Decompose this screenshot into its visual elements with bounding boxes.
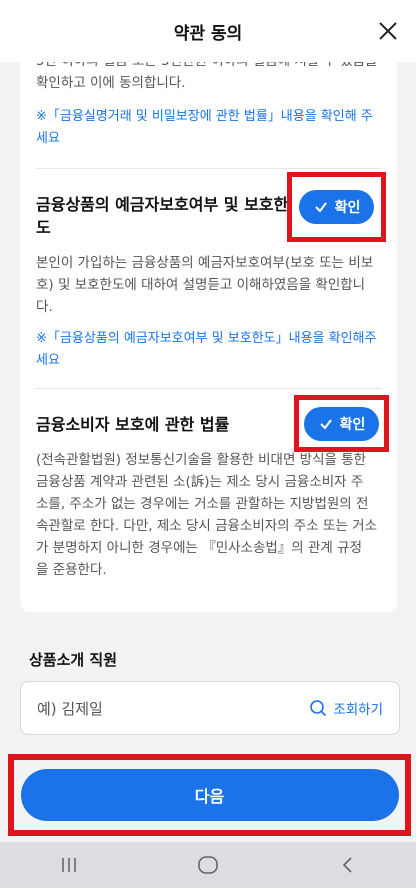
check-icon bbox=[319, 418, 332, 430]
confirm-highlight-2: 확인 bbox=[294, 395, 389, 452]
next-highlight: 다음 bbox=[8, 754, 411, 836]
confirm-highlight-1: 확인 bbox=[287, 172, 386, 242]
home-button[interactable] bbox=[188, 850, 228, 880]
back-icon bbox=[342, 857, 352, 873]
terms-card: 5만 이하의 벌금 또는 5천만원 이하의 벌금에 처할 수 있음을 확인하고 … bbox=[20, 62, 397, 612]
recent-apps-icon bbox=[62, 858, 77, 872]
system-nav-bar bbox=[0, 842, 416, 888]
lookup-button[interactable]: 조회하기 bbox=[309, 698, 383, 718]
close-icon[interactable] bbox=[376, 19, 400, 43]
terms-note-2[interactable]: ※「금융상품의 예금자보호여부 및 보호한도」내용을 확인해주 세요 bbox=[36, 328, 382, 372]
header: 약관 동의 bbox=[0, 0, 416, 62]
recent-apps-button[interactable] bbox=[49, 850, 89, 880]
divider bbox=[36, 168, 382, 169]
next-button[interactable]: 다음 bbox=[20, 769, 399, 821]
section-title-deposit-protection: 금융상품의 예금자보호여부 및 보호한 도 bbox=[36, 195, 289, 237]
section-body-consumer-protection: (전속관할법원) 정보통신기술을 활용한 비대면 방식을 통한 금융상품 계약과… bbox=[36, 452, 377, 578]
divider bbox=[36, 388, 382, 389]
confirm-button-deposit-protection[interactable]: 확인 bbox=[299, 190, 374, 224]
staff-label: 상품소개 직원 bbox=[29, 651, 118, 669]
page-title: 약관 동의 bbox=[173, 23, 243, 44]
check-icon bbox=[314, 202, 327, 213]
staff-search-box: 조회하기 bbox=[20, 681, 400, 735]
staff-search-input[interactable] bbox=[37, 696, 277, 722]
search-icon bbox=[310, 700, 327, 717]
section-body-deposit-protection: 본인이 가입하는 금융상품의 예금자보호여부(보호 또는 비보 호) 및 보호한… bbox=[36, 255, 374, 315]
terms-note-1[interactable]: ※「금융실명거래 및 비밀보장에 관한 법률」내용을 확인해 주 세요 bbox=[36, 106, 382, 150]
home-icon bbox=[198, 856, 218, 874]
confirm-button-consumer-protection[interactable]: 확인 bbox=[304, 406, 379, 441]
section-title-consumer-protection: 금융소비자 보호에 관한 법률 bbox=[36, 415, 230, 434]
clipped-terms-text: 5만 이하의 벌금 또는 5천만원 이하의 벌금에 처할 수 있음을 확인하고 … bbox=[36, 62, 377, 91]
back-button[interactable] bbox=[327, 850, 367, 880]
